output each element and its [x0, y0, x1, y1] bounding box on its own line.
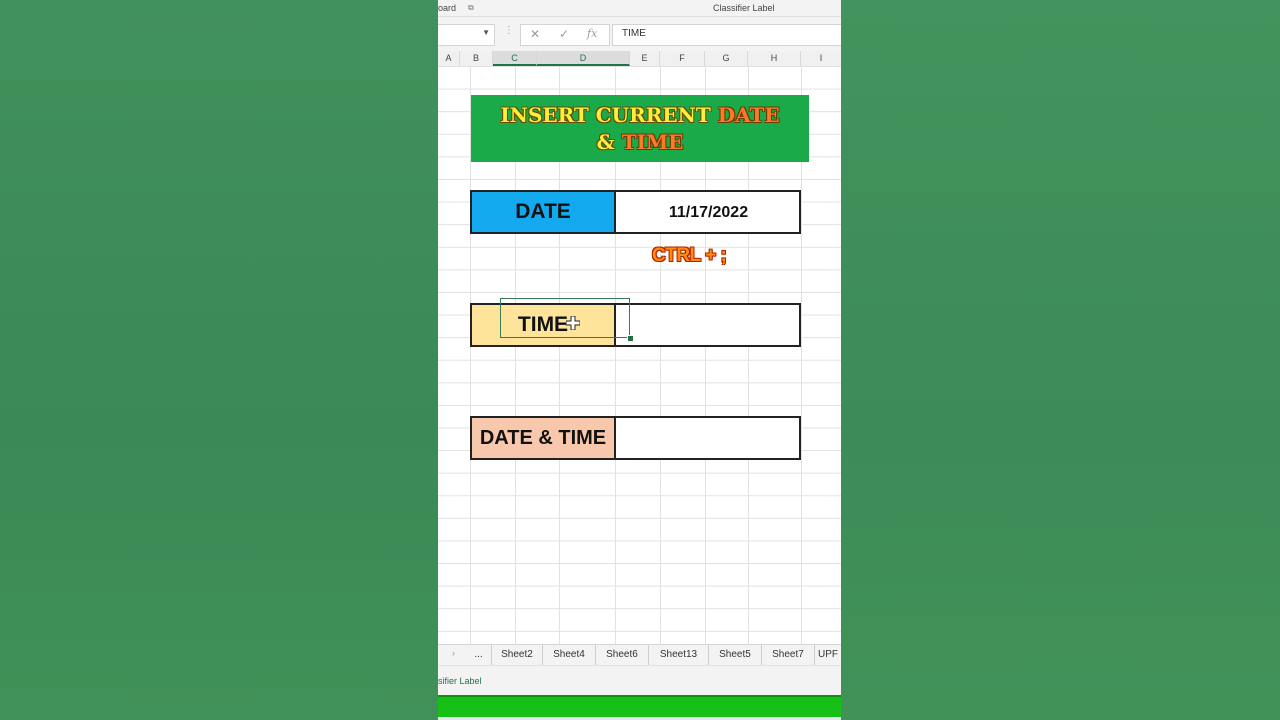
active-cell-selection	[500, 298, 630, 338]
column-header-h[interactable]: H	[748, 51, 801, 66]
formula-bar: ▼ ⋮ ✕ ✓ fx TIME	[438, 17, 841, 51]
sheet-tab[interactable]: Sheet7	[761, 645, 814, 666]
cell-cursor-icon	[566, 316, 580, 330]
formula-input[interactable]: TIME	[612, 24, 841, 46]
fill-handle[interactable]	[627, 335, 634, 342]
enter-icon[interactable]: ✓	[559, 27, 569, 41]
column-header-b[interactable]: B	[460, 51, 493, 66]
sheet-tab[interactable]: UPF	[814, 645, 841, 666]
sheet-tab[interactable]: Sheet5	[708, 645, 761, 666]
sheet-tab[interactable]: Sheet6	[595, 645, 648, 666]
column-header-g[interactable]: G	[705, 51, 748, 66]
date-value[interactable]: 11/17/2022	[618, 192, 799, 232]
title-banner: INSERT CURRENT DATE & TIME	[471, 95, 809, 162]
dialog-launcher-icon[interactable]: ⧉	[468, 3, 474, 13]
banner-text-ampersand: &	[596, 130, 622, 154]
scroll-tabs-right-icon[interactable]: ›	[452, 648, 455, 658]
sheet-tab[interactable]: Sheet4	[542, 645, 595, 666]
classifier-label: Classifier Label	[713, 3, 775, 13]
more-options-icon[interactable]: ⋮	[504, 25, 514, 36]
status-classifier-label: sifier Label	[438, 676, 482, 686]
sheet-tabs-bar: › ... Sheet2 Sheet4 Sheet6 Sheet13 Sheet…	[438, 644, 841, 666]
excel-window: oard ⧉ Classifier Label ▼ ⋮ ✕ ✓ fx TIME …	[438, 0, 841, 720]
more-sheets-button[interactable]: ...	[466, 645, 491, 666]
chevron-down-icon[interactable]: ▼	[482, 28, 490, 37]
name-box[interactable]: ▼	[438, 24, 495, 46]
clipboard-group-label: oard	[438, 3, 457, 13]
date-time-label[interactable]: DATE & TIME	[472, 418, 616, 458]
blurred-background-left	[0, 0, 438, 720]
column-header-e[interactable]: E	[630, 51, 660, 66]
banner-line-1: INSERT CURRENT DATE	[471, 102, 809, 129]
status-bar: sifier Label	[438, 665, 841, 696]
sheet-tab[interactable]: Sheet2	[491, 645, 542, 666]
column-header-f[interactable]: F	[660, 51, 705, 66]
banner-text-insert-current: INSERT CURRENT	[500, 103, 718, 127]
banner-text-date: DATE	[717, 103, 780, 127]
date-row: DATE 11/17/2022	[470, 190, 801, 234]
date-label[interactable]: DATE	[472, 192, 616, 232]
column-header-c[interactable]: C	[493, 51, 537, 66]
sheet-tab[interactable]: Sheet13	[648, 645, 708, 666]
blurred-background-right	[841, 0, 1280, 720]
column-header-i[interactable]: I	[801, 51, 841, 66]
bottom-green-bar	[438, 695, 841, 719]
date-time-value[interactable]	[618, 418, 799, 458]
column-header-d[interactable]: D	[537, 51, 630, 66]
date-time-row: DATE & TIME	[470, 416, 801, 460]
banner-line-2: & TIME	[471, 129, 809, 156]
formula-buttons: ✕ ✓ fx	[520, 24, 610, 46]
column-headers: A B C D E F G H I	[438, 51, 841, 67]
ribbon-strip: oard ⧉ Classifier Label	[438, 0, 841, 17]
cancel-icon[interactable]: ✕	[530, 27, 540, 41]
formula-content: TIME	[622, 28, 646, 39]
time-value[interactable]	[618, 305, 799, 345]
shortcut-hint: CTRL + ;	[652, 245, 727, 266]
banner-text-time: TIME	[621, 130, 684, 154]
column-header-a[interactable]: A	[438, 51, 460, 66]
insert-function-icon[interactable]: fx	[587, 27, 597, 40]
